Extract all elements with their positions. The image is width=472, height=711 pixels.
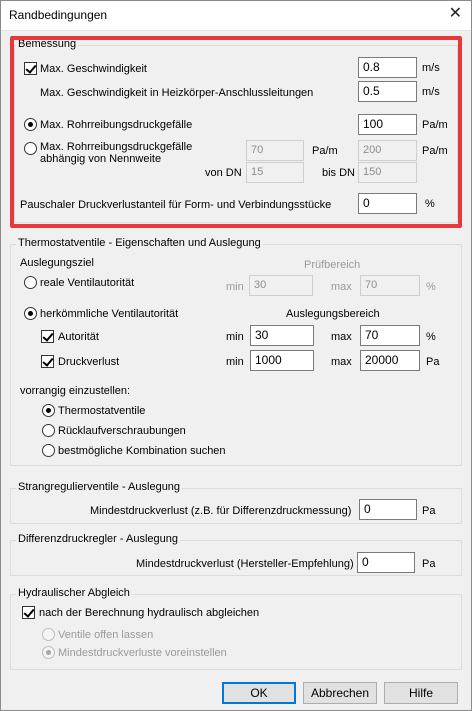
autoritaet-max-label: max: [331, 331, 352, 343]
autoritaet-min-label: min: [226, 331, 244, 343]
mindestdruckverluste-label: Mindestdruckverluste voreinstellen: [58, 647, 227, 659]
reale-min-label: min: [226, 281, 244, 293]
group-title-thermostatventile: Thermostatventile - Eigenschaften und Au…: [16, 237, 263, 249]
vorrangig-label: vorrangig einzustellen:: [20, 385, 131, 397]
reale-ventilautoritaet-label: reale Ventilautorität: [40, 277, 135, 289]
hydraulisch-abgleichen-checkbox[interactable]: [22, 606, 35, 619]
druckverlust-min-label: min: [226, 356, 244, 368]
window-title: Randbedingungen: [9, 8, 108, 22]
hydraulisch-abgleichen-label: nach der Berechnung hydraulisch abgleich…: [39, 607, 260, 619]
hilfe-button[interactable]: Hilfe: [384, 682, 458, 704]
strang-mindestdruckverlust-input[interactable]: 0: [359, 499, 417, 520]
bestmoegliche-kombination-label: bestmögliche Kombination suchen: [58, 445, 226, 457]
bestmoegliche-kombination-radio[interactable]: [42, 444, 55, 457]
reale-max-label: max: [331, 281, 352, 293]
diff-mindestdruckverlust-unit: Pa: [422, 558, 436, 570]
thermostatventile-radio[interactable]: [42, 404, 55, 417]
reale-unit: %: [426, 281, 436, 293]
pruefbereich-label: Prüfbereich: [304, 259, 361, 271]
abbrechen-button[interactable]: Abbrechen: [303, 682, 377, 704]
ok-button[interactable]: OK: [222, 682, 296, 704]
autoritaet-min-input[interactable]: 30: [250, 325, 314, 346]
strang-mindestdruckverlust-label: Mindestdruckverlust (z.B. für Differenzd…: [90, 505, 352, 517]
druckverlust-max-input[interactable]: 20000: [360, 350, 420, 371]
reale-max-input[interactable]: 70: [360, 275, 420, 296]
druckverlust-max-label: max: [331, 356, 352, 368]
druckverlust-checkbox[interactable]: [41, 355, 54, 368]
highlight-frame: [10, 36, 462, 228]
autoritaet-label: Autorität: [58, 331, 99, 343]
reale-min-input[interactable]: 30: [249, 275, 313, 296]
ventile-offen-label: Ventile offen lassen: [58, 629, 154, 641]
thermostatventile-label: Thermostatventile: [58, 405, 146, 417]
group-title-hydraulischer-abgleich: Hydraulischer Abgleich: [16, 587, 132, 599]
diff-mindestdruckverlust-input[interactable]: 0: [357, 552, 415, 573]
reale-ventilautoritaet-radio[interactable]: [24, 276, 37, 289]
ruecklaufverschraubungen-radio[interactable]: [42, 424, 55, 437]
ventile-offen-radio[interactable]: [42, 628, 55, 641]
herkoemmliche-ventilautoritaet-radio[interactable]: [24, 307, 37, 320]
druckverlust-label: Druckverlust: [58, 356, 120, 368]
title-bar: Randbedingungen ✕: [0, 0, 472, 31]
druckverlust-unit: Pa: [426, 356, 440, 368]
mindestdruckverluste-radio[interactable]: [42, 646, 55, 659]
strang-mindestdruckverlust-unit: Pa: [422, 505, 436, 517]
group-title-strangregulierventile: Strangregulierventile - Auslegung: [16, 481, 183, 493]
group-title-differenzdruckregler: Differenzdruckregler - Auslegung: [16, 533, 180, 545]
close-icon[interactable]: ✕: [449, 5, 462, 23]
auslegungsbereich-label: Auslegungsbereich: [286, 308, 380, 320]
auslegungsziel-label: Auslegungsziel: [20, 257, 94, 269]
herkoemmliche-ventilautoritaet-label: herkömmliche Ventilautorität: [40, 308, 179, 320]
autoritaet-unit: %: [426, 331, 436, 343]
autoritaet-checkbox[interactable]: [41, 330, 54, 343]
ruecklaufverschraubungen-label: Rücklaufverschraubungen: [58, 425, 186, 437]
autoritaet-max-input[interactable]: 70: [360, 325, 420, 346]
druckverlust-min-input[interactable]: 1000: [250, 350, 314, 371]
diff-mindestdruckverlust-label: Mindestdruckverlust (Hersteller-Empfehlu…: [136, 558, 354, 570]
